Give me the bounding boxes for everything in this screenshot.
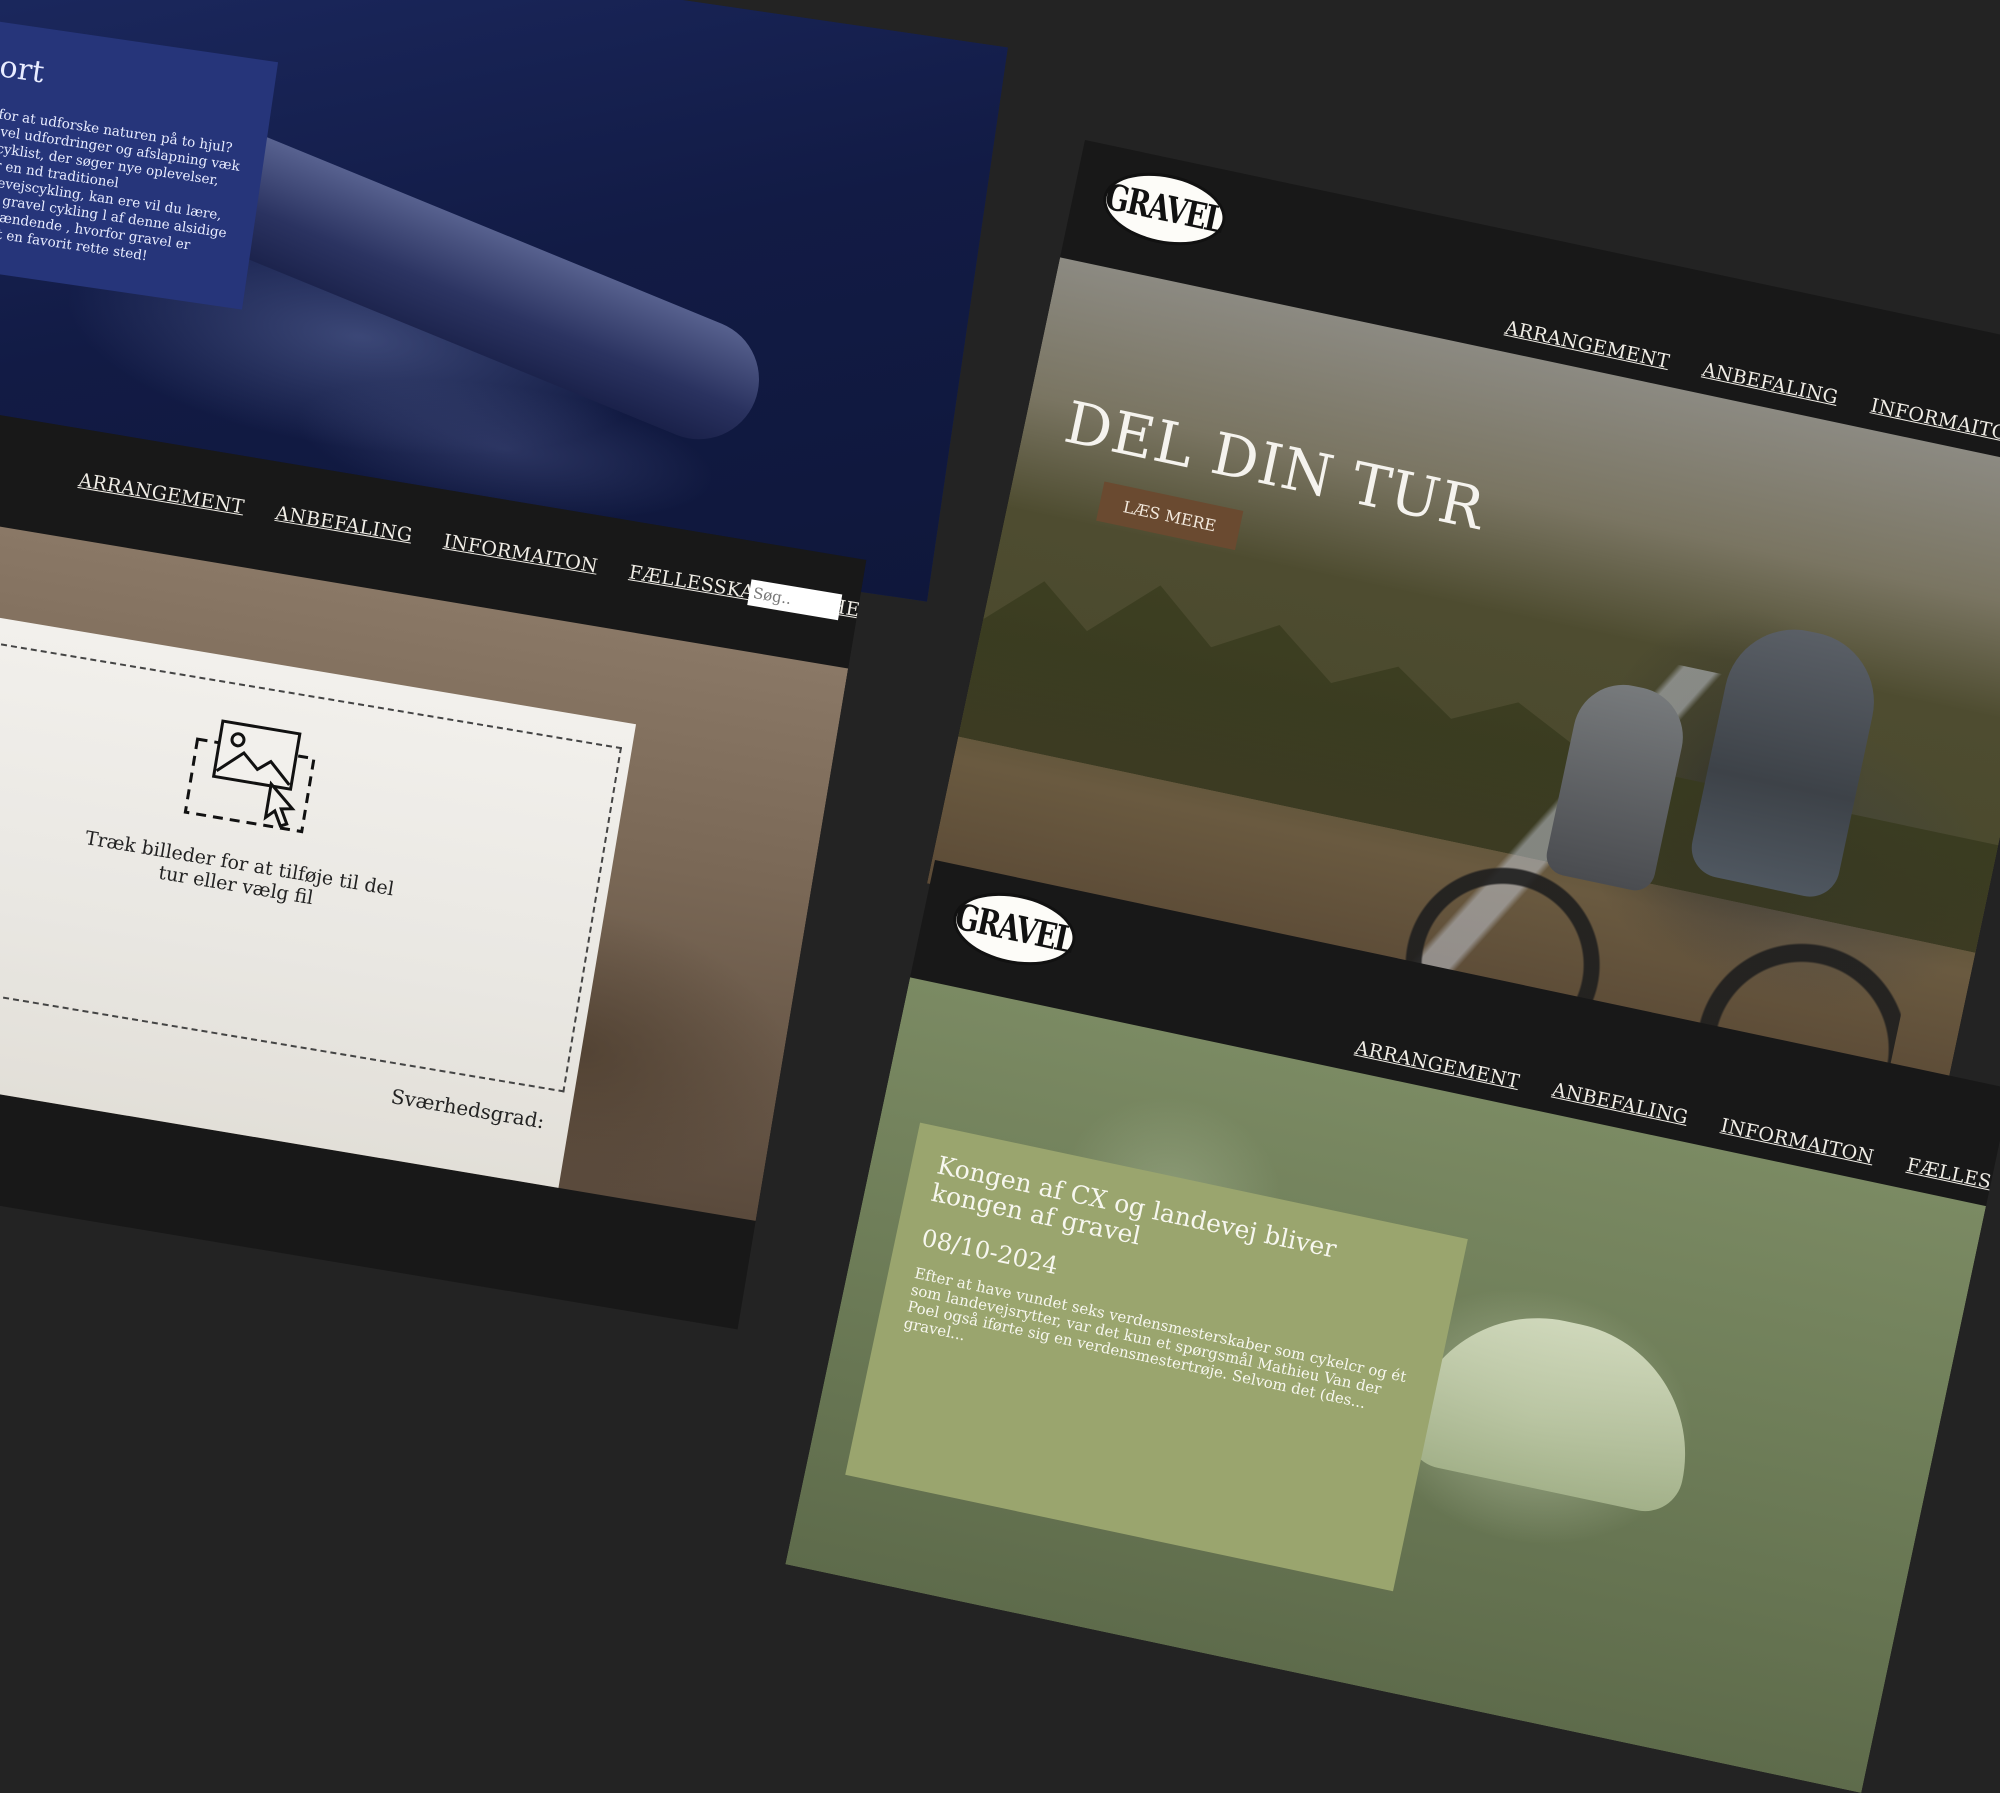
intro-title: sort (0, 47, 47, 91)
dropzone-text: Træk billeder for at tilføje til del tur… (83, 827, 396, 910)
gravel-logo[interactable]: GRAVEL (946, 882, 1083, 976)
image-upload-icon (183, 719, 316, 834)
gravel-logo[interactable]: GRAVEL (1096, 162, 1233, 256)
logo-text: GRAVEL (951, 896, 1078, 962)
intro-body: en for at udforske naturen på to hjul? G… (0, 104, 241, 265)
logo-text: GRAVEL (1101, 176, 1228, 242)
